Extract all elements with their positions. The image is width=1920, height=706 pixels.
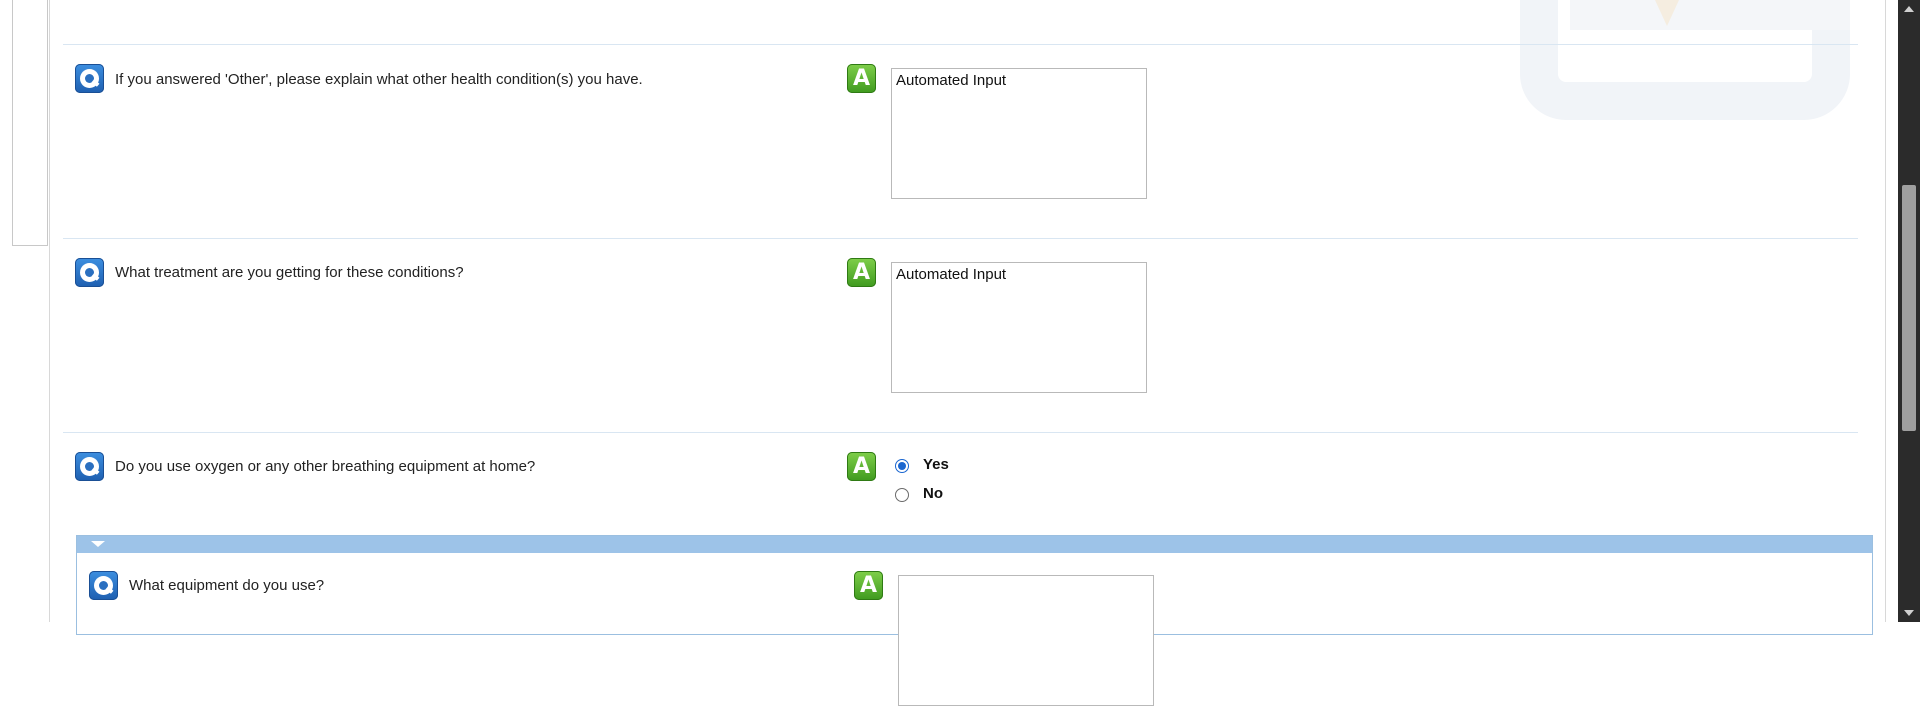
answer-icon: A [847,452,876,481]
vertical-scrollbar[interactable] [1898,0,1920,622]
question-text-equipment: What equipment do you use? [129,577,325,594]
watermark-logo-bar [1570,0,1850,30]
scrollbar-thumb[interactable] [1902,185,1916,431]
question-text-treatment: What treatment are you getting for these… [115,264,464,281]
collapse-arrow-icon[interactable] [91,541,105,547]
equipment-textarea[interactable] [898,575,1154,706]
left-panel-frame [12,0,48,246]
radio-yes-label[interactable]: Yes [923,456,949,473]
question-icon [75,452,104,481]
answer-icon: A [847,258,876,287]
question-text-oxygen: Do you use oxygen or any other breathing… [115,458,536,475]
question-icon [75,258,104,287]
question-icon [89,571,118,600]
answer-icon: A [854,571,883,600]
other-conditions-textarea[interactable]: Automated Input [891,68,1147,199]
section-divider [63,238,1858,239]
scroll-down-arrow-icon[interactable] [1898,605,1920,622]
subsection-collapse-header[interactable] [77,536,1872,553]
page-frame-left-border [49,0,50,622]
answer-icon: A [847,64,876,93]
equipment-subsection: What equipment do you use? A [76,535,1873,706]
section-divider [63,432,1858,433]
page-frame-right-border [1885,0,1886,622]
section-divider [63,44,1858,45]
radio-no[interactable] [895,488,909,502]
radio-yes[interactable] [895,459,909,473]
watermark-pen-icon [1655,0,1679,26]
radio-no-label[interactable]: No [923,485,943,502]
question-text-other-conditions: If you answered 'Other', please explain … [115,71,643,88]
treatment-textarea[interactable]: Automated Input [891,262,1147,393]
question-icon [75,64,104,93]
scroll-up-arrow-icon[interactable] [1898,0,1920,17]
